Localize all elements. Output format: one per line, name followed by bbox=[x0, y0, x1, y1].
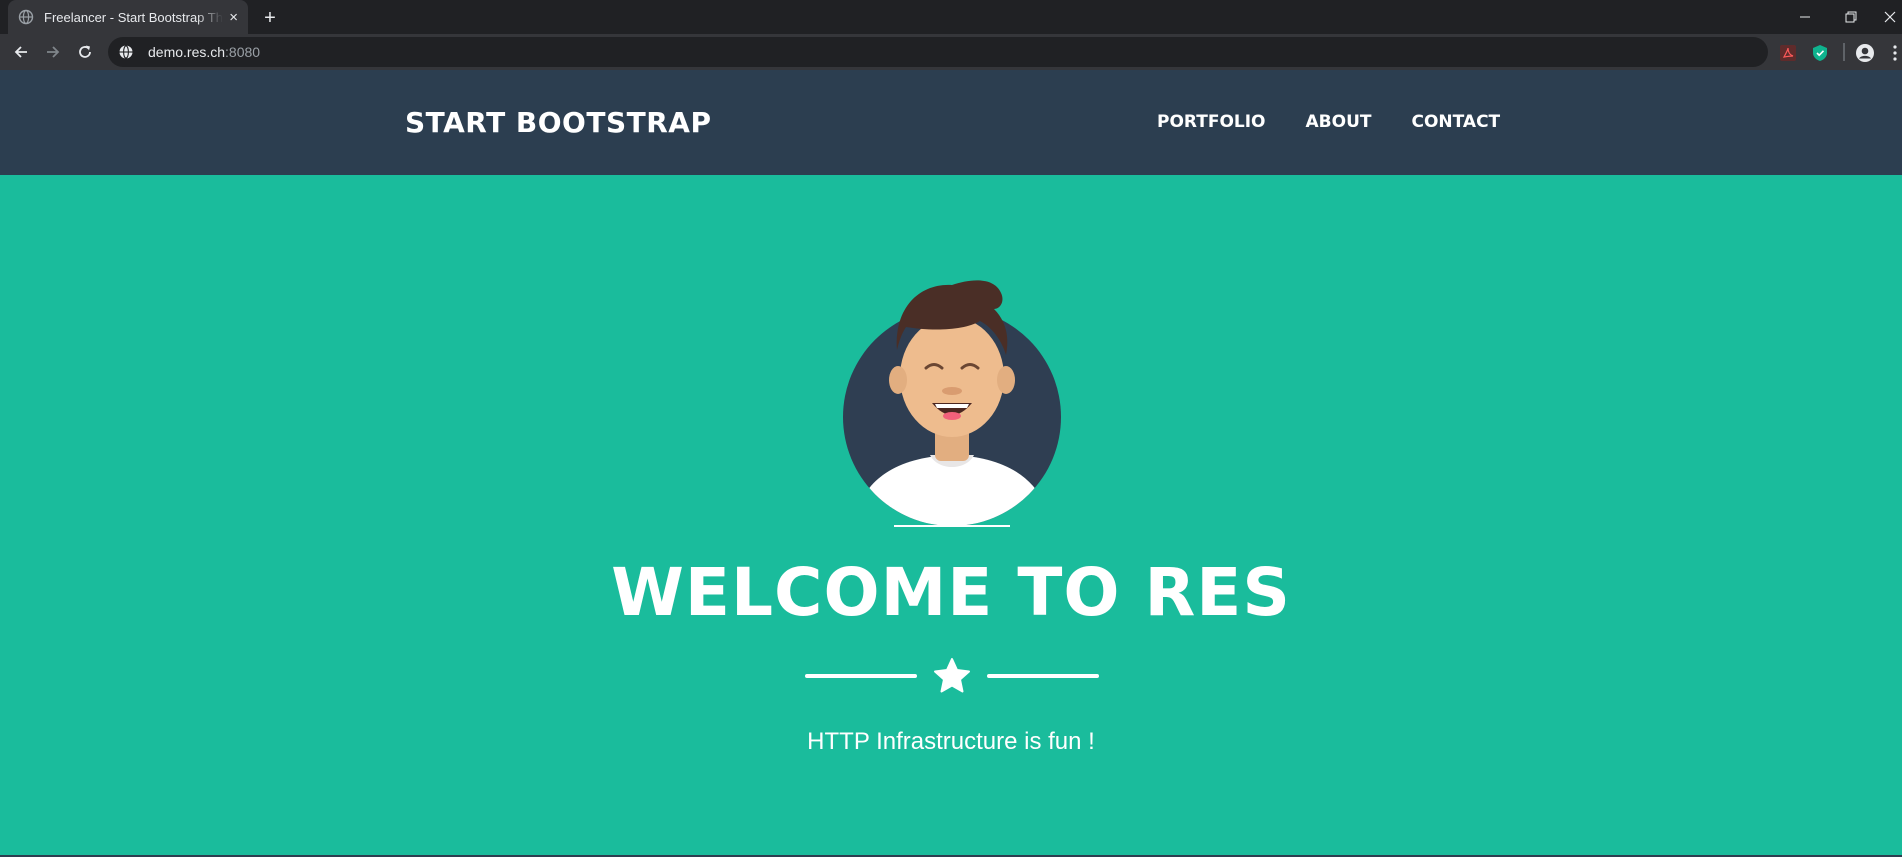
profile-avatar-icon[interactable] bbox=[1855, 43, 1875, 63]
shield-extension-icon[interactable] bbox=[1810, 43, 1830, 63]
hero-subtitle: HTTP Infrastructure is fun ! bbox=[807, 728, 1095, 755]
divider-line-left bbox=[805, 674, 917, 678]
reload-icon bbox=[79, 45, 91, 58]
arrow-right-icon bbox=[47, 46, 60, 58]
nav-link-contact[interactable]: CONTACT bbox=[1411, 112, 1500, 132]
toolbar-separator bbox=[1843, 43, 1845, 61]
close-icon bbox=[1884, 11, 1895, 23]
menu-kebab-icon[interactable] bbox=[1888, 43, 1902, 63]
minimize-icon bbox=[1800, 16, 1810, 18]
new-tab-button[interactable]: + bbox=[258, 6, 282, 30]
tab-close-icon[interactable]: × bbox=[229, 10, 238, 25]
restore-button[interactable] bbox=[1831, 4, 1871, 30]
arrow-left-icon bbox=[14, 46, 27, 58]
browser-toolbar: demo.res.ch:8080 bbox=[0, 34, 1902, 70]
restore-icon bbox=[1845, 11, 1857, 23]
browser-tab-strip: Freelancer - Start Bootstrap Theme × + bbox=[0, 0, 1902, 34]
close-window-button[interactable] bbox=[1877, 4, 1902, 30]
nav-links: PORTFOLIO ABOUT CONTACT bbox=[1157, 112, 1540, 132]
tab-title: Freelancer - Start Bootstrap Theme bbox=[44, 9, 223, 25]
url-host: demo.res.ch bbox=[148, 44, 226, 60]
site-navbar: START BOOTSTRAP PORTFOLIO ABOUT CONTACT bbox=[0, 70, 1902, 175]
plus-icon: + bbox=[264, 7, 276, 29]
star-divider bbox=[805, 657, 1099, 695]
nav-link-portfolio[interactable]: PORTFOLIO bbox=[1157, 112, 1266, 132]
forward-button[interactable] bbox=[41, 40, 65, 64]
back-button[interactable] bbox=[9, 40, 33, 64]
minimize-button[interactable] bbox=[1785, 4, 1825, 30]
browser-tab[interactable]: Freelancer - Start Bootstrap Theme × bbox=[8, 0, 248, 34]
nav-link-about[interactable]: ABOUT bbox=[1306, 112, 1372, 132]
star-icon bbox=[932, 657, 972, 695]
avatar-illustration bbox=[842, 275, 1062, 527]
address-bar[interactable]: demo.res.ch:8080 bbox=[108, 37, 1768, 67]
globe-icon bbox=[18, 9, 34, 25]
brand-link[interactable]: START BOOTSTRAP bbox=[405, 106, 711, 139]
site-info-icon[interactable] bbox=[118, 44, 134, 60]
url-port: :8080 bbox=[225, 44, 261, 60]
divider-line-right bbox=[987, 674, 1099, 678]
pdf-extension-icon[interactable] bbox=[1778, 43, 1798, 63]
masthead: WELCOME TO RES HTTP Infrastructure is fu… bbox=[0, 175, 1902, 855]
reload-button[interactable] bbox=[73, 40, 97, 64]
hero-title: WELCOME TO RES bbox=[611, 554, 1291, 631]
